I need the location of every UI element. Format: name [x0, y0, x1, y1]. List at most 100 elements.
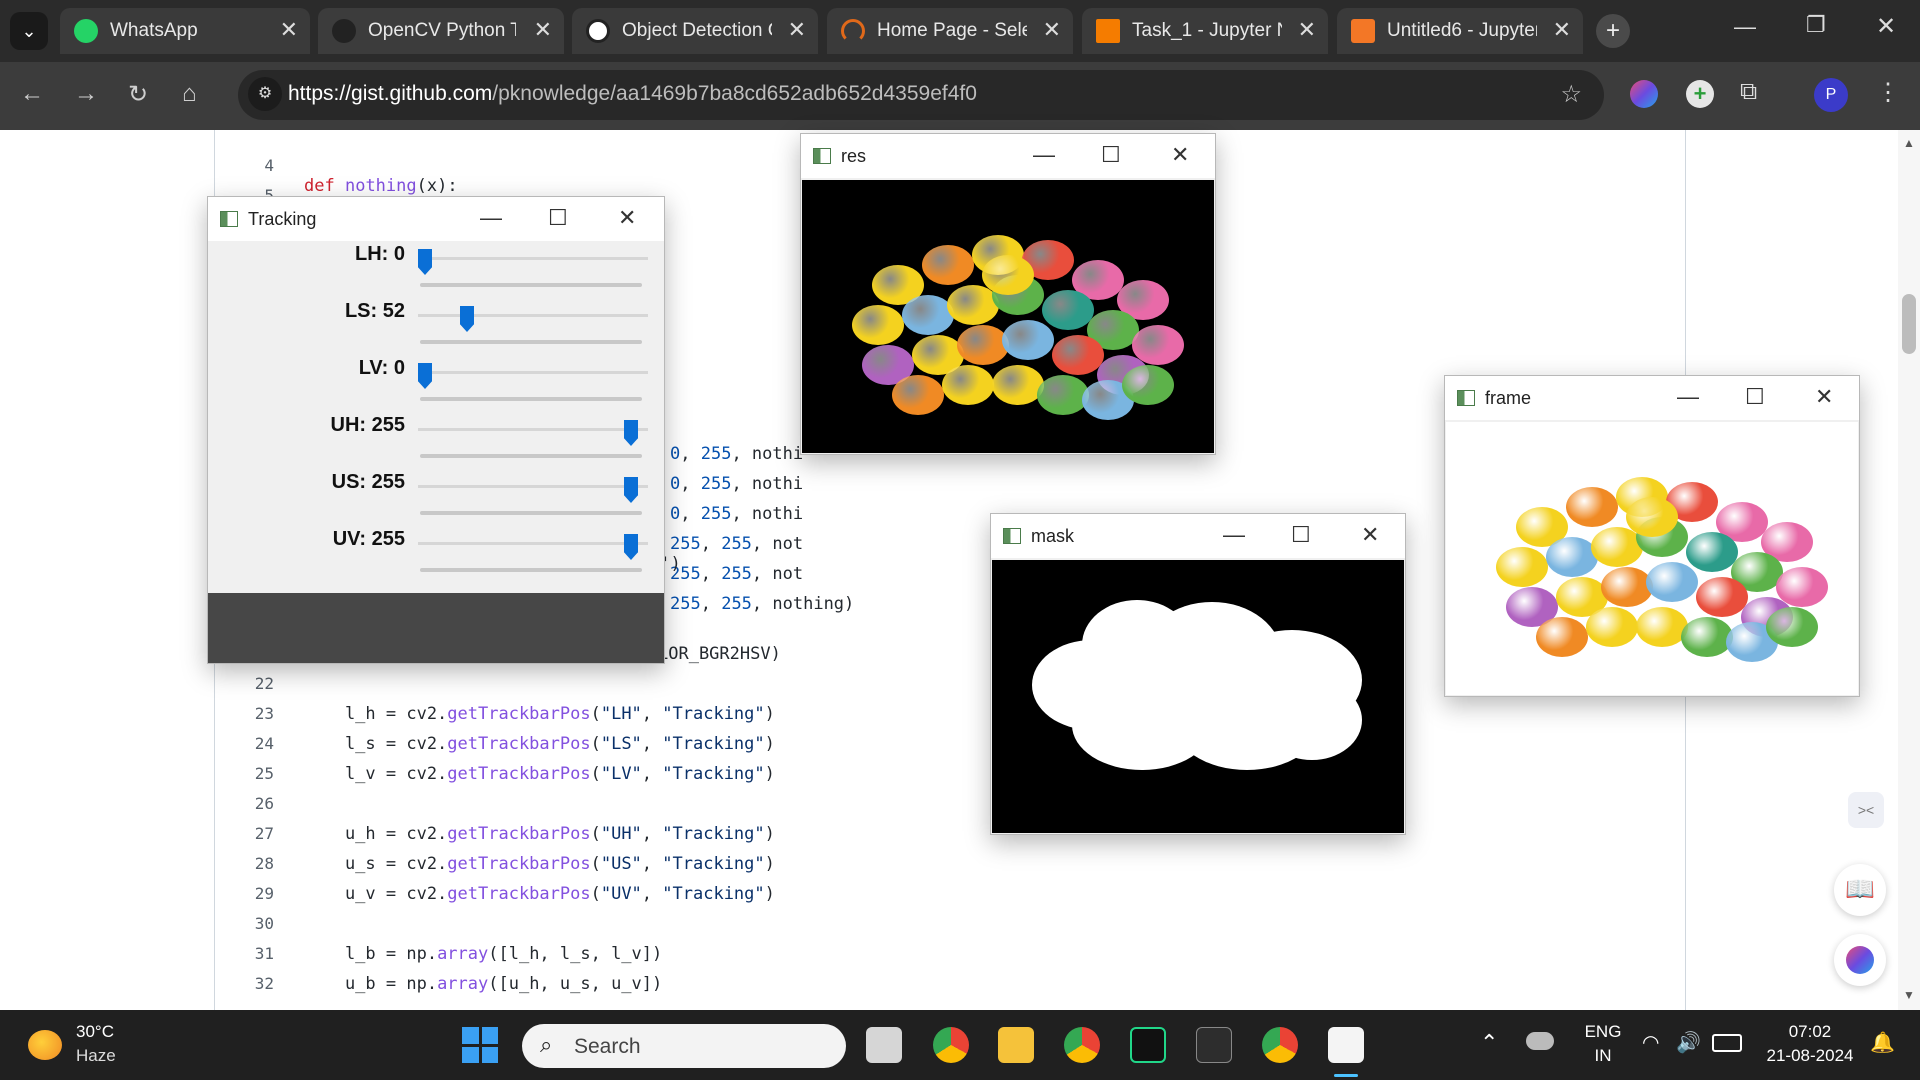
- close-icon[interactable]: ✕: [1815, 384, 1833, 410]
- weather-icon[interactable]: [28, 1030, 62, 1060]
- candy: [1586, 607, 1638, 647]
- trackbar[interactable]: UV: 255: [208, 528, 663, 584]
- task-view-icon[interactable]: [866, 1027, 902, 1063]
- tab-home-page[interactable]: Home Page - Selec ✕: [827, 8, 1073, 54]
- window-titlebar[interactable]: frame — ☐ ✕: [1445, 376, 1859, 420]
- close-icon[interactable]: ✕: [1043, 17, 1061, 43]
- chrome-profile-a-icon[interactable]: [933, 1027, 969, 1063]
- trackbar[interactable]: US: 255: [208, 471, 663, 527]
- maximize-icon[interactable]: ☐: [548, 205, 568, 231]
- trackbar-track[interactable]: [418, 257, 648, 260]
- site-info-icon[interactable]: ⚙: [248, 77, 282, 111]
- tab-object-detection[interactable]: Object Detection C ✕: [572, 8, 818, 54]
- trackbar-track[interactable]: [418, 371, 648, 374]
- tab-whatsapp[interactable]: WhatsApp ✕: [60, 8, 310, 54]
- trackbar-thumb[interactable]: [418, 363, 432, 389]
- onedrive-icon[interactable]: [1526, 1032, 1554, 1050]
- close-icon[interactable]: ✕: [1171, 142, 1189, 168]
- tab-label: Object Detection C: [622, 20, 772, 41]
- chrome-profile-user-icon[interactable]: [1262, 1027, 1298, 1063]
- tab-untitled6-jupyter[interactable]: Untitled6 - Jupyter ✕: [1337, 8, 1583, 54]
- notifications-bell-icon[interactable]: 🔔: [1870, 1030, 1895, 1055]
- forward-icon[interactable]: →: [74, 80, 98, 108]
- trackbar-label: LS: 52: [344, 300, 405, 322]
- close-window-button[interactable]: ✕: [1876, 12, 1896, 41]
- bookmark-star-icon[interactable]: ☆: [1560, 80, 1582, 109]
- close-icon[interactable]: ✕: [618, 205, 636, 231]
- weather-temp[interactable]: 30°C: [76, 1022, 114, 1042]
- file-explorer-icon[interactable]: [998, 1027, 1034, 1063]
- close-icon[interactable]: ✕: [1361, 522, 1379, 548]
- restore-window-button[interactable]: ❐: [1806, 12, 1826, 38]
- minimize-window-button[interactable]: —: [1734, 14, 1756, 40]
- trackbar[interactable]: LH: 0: [208, 243, 663, 299]
- terminal-icon[interactable]: [1196, 1027, 1232, 1063]
- menu-kebab-icon[interactable]: ⋮: [1876, 78, 1900, 107]
- trackbar-thumb[interactable]: [418, 249, 432, 275]
- trackbar[interactable]: LV: 0: [208, 357, 663, 413]
- wifi-icon[interactable]: ◠: [1642, 1030, 1659, 1055]
- trackbar-track[interactable]: [418, 485, 648, 488]
- back-icon[interactable]: ←: [20, 80, 44, 108]
- maximize-icon[interactable]: ☐: [1101, 142, 1121, 168]
- scrollbar[interactable]: ▲ ▼: [1898, 130, 1920, 1010]
- close-icon[interactable]: ✕: [280, 17, 298, 43]
- trackbar-thumb[interactable]: [460, 306, 474, 332]
- trackbar-groove: [420, 397, 642, 401]
- chrome-profile-p-icon[interactable]: [1064, 1027, 1100, 1063]
- close-icon[interactable]: ✕: [1553, 17, 1571, 43]
- scroll-down-icon[interactable]: ▼: [1903, 988, 1915, 1002]
- minimize-icon[interactable]: —: [1223, 522, 1245, 548]
- home-icon[interactable]: ⌂: [182, 80, 197, 108]
- pycharm-icon[interactable]: [1130, 1027, 1166, 1063]
- trackbar-thumb[interactable]: [624, 534, 638, 560]
- minimize-icon[interactable]: —: [1033, 142, 1055, 168]
- collapse-sidebar-icon[interactable]: ><: [1848, 792, 1884, 828]
- trackbar-track[interactable]: [418, 428, 648, 431]
- clock-time[interactable]: 07:02: [1760, 1022, 1860, 1042]
- window-titlebar[interactable]: Tracking — ☐ ✕: [208, 197, 664, 241]
- new-tab-button[interactable]: +: [1596, 14, 1630, 48]
- trackbar-thumb[interactable]: [624, 477, 638, 503]
- scrollbar-thumb[interactable]: [1902, 294, 1916, 354]
- maximize-icon[interactable]: ☐: [1291, 522, 1311, 548]
- tab-search-button[interactable]: ⌄: [10, 12, 48, 50]
- address-bar[interactable]: ⚙ https://gist.github.com/pknowledge/aa1…: [238, 70, 1604, 120]
- avatar[interactable]: P: [1814, 78, 1848, 112]
- maximize-icon[interactable]: ☐: [1745, 384, 1765, 410]
- taskbar-search[interactable]: ⌕ Search: [522, 1024, 846, 1068]
- reading-mode-icon[interactable]: 📖: [1834, 864, 1886, 916]
- minimize-icon[interactable]: —: [480, 205, 502, 231]
- window-titlebar[interactable]: mask — ☐ ✕: [991, 514, 1405, 558]
- extensions-puzzle-icon[interactable]: ⧉: [1740, 78, 1757, 106]
- extension-brain-icon[interactable]: [1630, 80, 1658, 108]
- trackbar-track[interactable]: [418, 542, 648, 545]
- close-icon[interactable]: ✕: [534, 17, 552, 43]
- show-hidden-icons[interactable]: ⌃: [1480, 1030, 1498, 1056]
- tab-task1-jupyter[interactable]: Task_1 - Jupyter N ✕: [1082, 8, 1328, 54]
- language-line1[interactable]: ENG: [1578, 1022, 1628, 1042]
- trackbar[interactable]: LS: 52: [208, 300, 663, 356]
- candy: [1002, 320, 1054, 360]
- notepad-icon[interactable]: [1328, 1027, 1364, 1063]
- start-button[interactable]: [462, 1027, 498, 1063]
- language-line2[interactable]: IN: [1578, 1046, 1628, 1066]
- close-icon[interactable]: ✕: [1298, 17, 1316, 43]
- weather-desc[interactable]: Haze: [76, 1046, 116, 1066]
- minimize-icon[interactable]: —: [1677, 384, 1699, 410]
- code-line-partial: 255, 255, not: [670, 564, 804, 584]
- clock-date[interactable]: 21-08-2024: [1752, 1046, 1868, 1066]
- trackbar-thumb[interactable]: [624, 420, 638, 446]
- close-icon[interactable]: ✕: [788, 17, 806, 43]
- candy: [1566, 487, 1618, 527]
- trackbar-track[interactable]: [418, 314, 648, 317]
- volume-icon[interactable]: 🔊: [1676, 1030, 1701, 1055]
- trackbar[interactable]: UH: 255: [208, 414, 663, 470]
- window-titlebar[interactable]: res — ☐ ✕: [801, 134, 1215, 178]
- scroll-up-icon[interactable]: ▲: [1903, 136, 1915, 150]
- tab-opencv[interactable]: OpenCV Python Tu ✕: [318, 8, 564, 54]
- extension-plus-icon[interactable]: +: [1686, 80, 1714, 108]
- battery-icon[interactable]: [1712, 1034, 1742, 1052]
- reload-icon[interactable]: ↻: [128, 80, 148, 109]
- ai-assistant-icon[interactable]: [1834, 934, 1886, 986]
